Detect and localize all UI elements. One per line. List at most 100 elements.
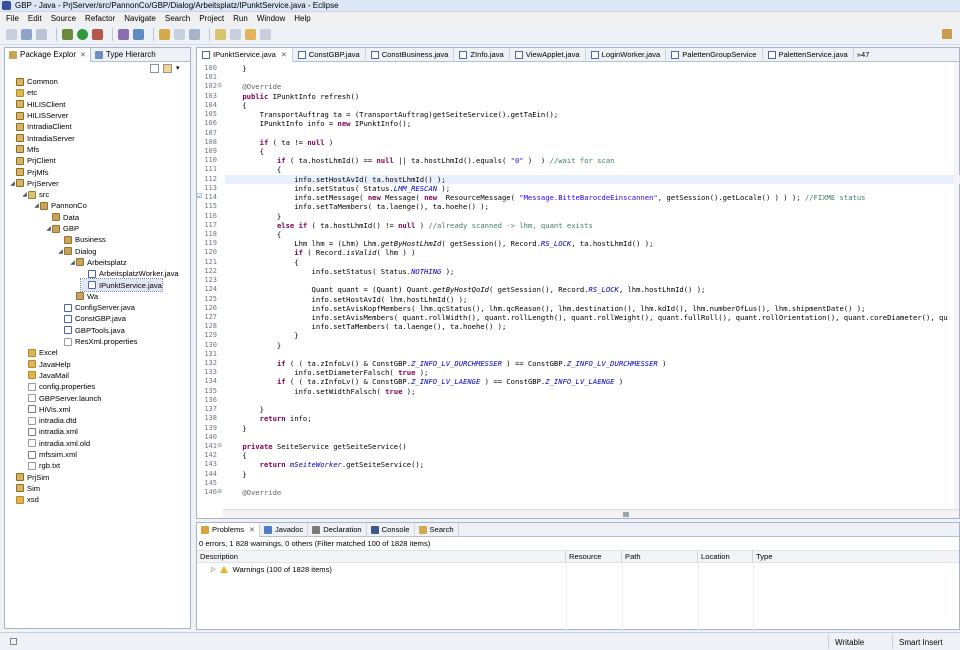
tree-item[interactable]: ◢ PannonCo (33, 200, 87, 211)
debug-icon[interactable] (62, 29, 73, 40)
search-icon[interactable] (174, 29, 185, 40)
column-type[interactable]: Type (753, 550, 813, 563)
code-line[interactable]: { (225, 101, 246, 110)
editor-tab[interactable]: ConstGBP.java (293, 47, 366, 62)
next-annotation-icon[interactable] (215, 29, 226, 40)
code-line[interactable]: public IPunktInfo refresh() (225, 92, 359, 101)
tree-item[interactable]: PrjClient (9, 155, 56, 166)
close-icon[interactable]: ✕ (80, 51, 86, 59)
tree-item[interactable]: GBPServer.launch (21, 392, 101, 403)
tree-item[interactable]: ◢ src (21, 189, 49, 200)
tree-item[interactable]: GBPTools.java (57, 325, 125, 336)
back-icon[interactable] (245, 29, 256, 40)
tree-item[interactable]: Wa (69, 291, 98, 302)
menu-window[interactable]: Window (257, 14, 285, 23)
menu-help[interactable]: Help (294, 14, 310, 23)
chevron-right-icon[interactable]: ▷ (211, 566, 216, 573)
view-menu-icon[interactable]: ▾ (176, 64, 185, 73)
menu-run[interactable]: Run (233, 14, 248, 23)
code-line[interactable]: info.setAvisKopfMembers( lhm.qcStatus(),… (225, 304, 866, 313)
code-line[interactable]: info.setTaMembers( ta.laenge(), ta.hoehe… (225, 202, 489, 211)
new-class-icon[interactable] (133, 29, 144, 40)
column-description[interactable]: Description (197, 550, 566, 563)
editor-tab[interactable]: ViewApplet.java (510, 47, 586, 62)
menu-navigate[interactable]: Navigate (124, 14, 156, 23)
code-area[interactable]: } @Override public IPunktInfo refresh() … (223, 62, 960, 510)
fold-icon[interactable]: ⊖ (217, 442, 222, 449)
tree-item[interactable]: etc (9, 87, 37, 98)
tree-item[interactable]: ConstGBP.java (57, 313, 126, 324)
code-line[interactable]: if ( Record.isValid( lhm ) ) (225, 248, 415, 257)
save-icon[interactable] (21, 29, 32, 40)
collapse-all-icon[interactable] (150, 64, 159, 73)
code-line[interactable]: { (225, 230, 281, 239)
code-line[interactable]: info.setHostAvId( ta.hostLhmId() ); (225, 174, 960, 184)
code-line[interactable]: private SeiteService getSeiteService() (225, 442, 406, 451)
code-line[interactable]: IPunktInfo info = new IPunktInfo(); (225, 119, 411, 128)
open-type-icon[interactable] (159, 29, 170, 40)
tree-item[interactable]: rgb.txt (21, 460, 60, 471)
tree-item[interactable]: xsd (9, 494, 39, 505)
tree-item[interactable]: JavaHelp (21, 359, 71, 370)
task-marker-icon[interactable]: ☑ (197, 193, 202, 200)
tab-package-explorer[interactable]: Package Explor ✕ (5, 47, 91, 62)
expand-arrow-icon[interactable]: ◢ (21, 191, 28, 198)
code-line[interactable]: else if ( ta.hostLhmId() != null ) //alr… (225, 221, 593, 230)
tree-item[interactable]: Excel (21, 347, 58, 358)
tree-item[interactable]: intradia.xml.old (21, 438, 90, 449)
tree-item[interactable]: mfssim.xml (21, 449, 77, 460)
editor-tab[interactable]: LoginWorker.java (586, 47, 667, 62)
code-line[interactable]: { (225, 165, 281, 174)
new-icon[interactable] (6, 29, 17, 40)
code-line[interactable]: info.setMessage( new Message( new Resour… (225, 193, 865, 202)
run-icon[interactable] (77, 29, 88, 40)
tab-console[interactable]: Console (367, 522, 415, 537)
tab-problems[interactable]: Problems ✕ (197, 522, 260, 537)
tree-item[interactable]: HILISClient (9, 99, 65, 110)
code-line[interactable]: @Override (225, 488, 281, 497)
forward-icon[interactable] (260, 29, 271, 40)
code-line[interactable]: Quant quant = (Quant) Quant.getByHostQoI… (225, 285, 706, 294)
tree-item[interactable]: Data (45, 212, 79, 223)
external-tools-icon[interactable] (92, 29, 103, 40)
java-perspective-icon[interactable] (942, 29, 952, 39)
tree-item[interactable]: HILISServer (9, 110, 68, 121)
menu-source[interactable]: Source (51, 14, 76, 23)
code-line[interactable]: } (225, 405, 264, 414)
expand-arrow-icon[interactable]: ◢ (9, 180, 16, 187)
code-line[interactable]: info.setDiameterFalsch( true ); (225, 368, 428, 377)
tree-item[interactable]: ◢ Arbeitsplatz (69, 257, 127, 268)
code-line[interactable]: if ( ta.hostLhmId() == null || ta.hostLh… (225, 156, 615, 165)
code-line[interactable]: { (225, 258, 298, 267)
code-line[interactable]: } (225, 212, 281, 221)
code-line[interactable]: } (225, 470, 246, 479)
code-line[interactable]: info.setStatus( Status.LMM_RESCAN ); (225, 184, 450, 193)
tree-item[interactable]: ◢ GBP (45, 223, 79, 234)
editor-tab[interactable]: ConstBusiness.java (366, 47, 455, 62)
expand-arrow-icon[interactable]: ◢ (45, 225, 52, 232)
tree-item[interactable]: PrjSim (9, 472, 49, 483)
fold-icon[interactable]: ⊖ (217, 488, 222, 495)
more-tabs-button[interactable]: »47 (854, 50, 870, 59)
menu-project[interactable]: Project (199, 14, 224, 23)
code-line[interactable]: } (225, 341, 281, 350)
code-line[interactable]: return info; (225, 414, 312, 423)
editor-tab[interactable]: PalettenService.java (763, 47, 854, 62)
link-with-editor-icon[interactable] (163, 64, 172, 73)
column-resource[interactable]: Resource (566, 550, 622, 563)
code-line[interactable]: @Override (225, 82, 281, 91)
tab-javadoc[interactable]: Javadoc (260, 522, 309, 537)
code-line[interactable]: } (225, 424, 246, 433)
code-line[interactable]: { (225, 451, 246, 460)
tree-item[interactable]: ◢ Dialog (57, 246, 96, 257)
tree-item[interactable]: IntradiaServer (9, 133, 75, 144)
code-line[interactable]: info.setTaMembers( ta.laenge(), ta.hoehe… (225, 322, 507, 331)
expand-arrow-icon[interactable]: ◢ (57, 248, 64, 255)
tree-item[interactable]: Sim (9, 483, 40, 494)
tree-item[interactable]: Business (57, 234, 106, 245)
tree-item[interactable]: Common (9, 76, 58, 87)
code-line[interactable]: info.setAvisMembers( quant.rollWidth(), … (225, 313, 948, 322)
menu-search[interactable]: Search (165, 14, 190, 23)
tab-declaration[interactable]: Declaration (308, 522, 367, 537)
tab-type-hierarchy[interactable]: Type Hierarch (91, 48, 160, 62)
